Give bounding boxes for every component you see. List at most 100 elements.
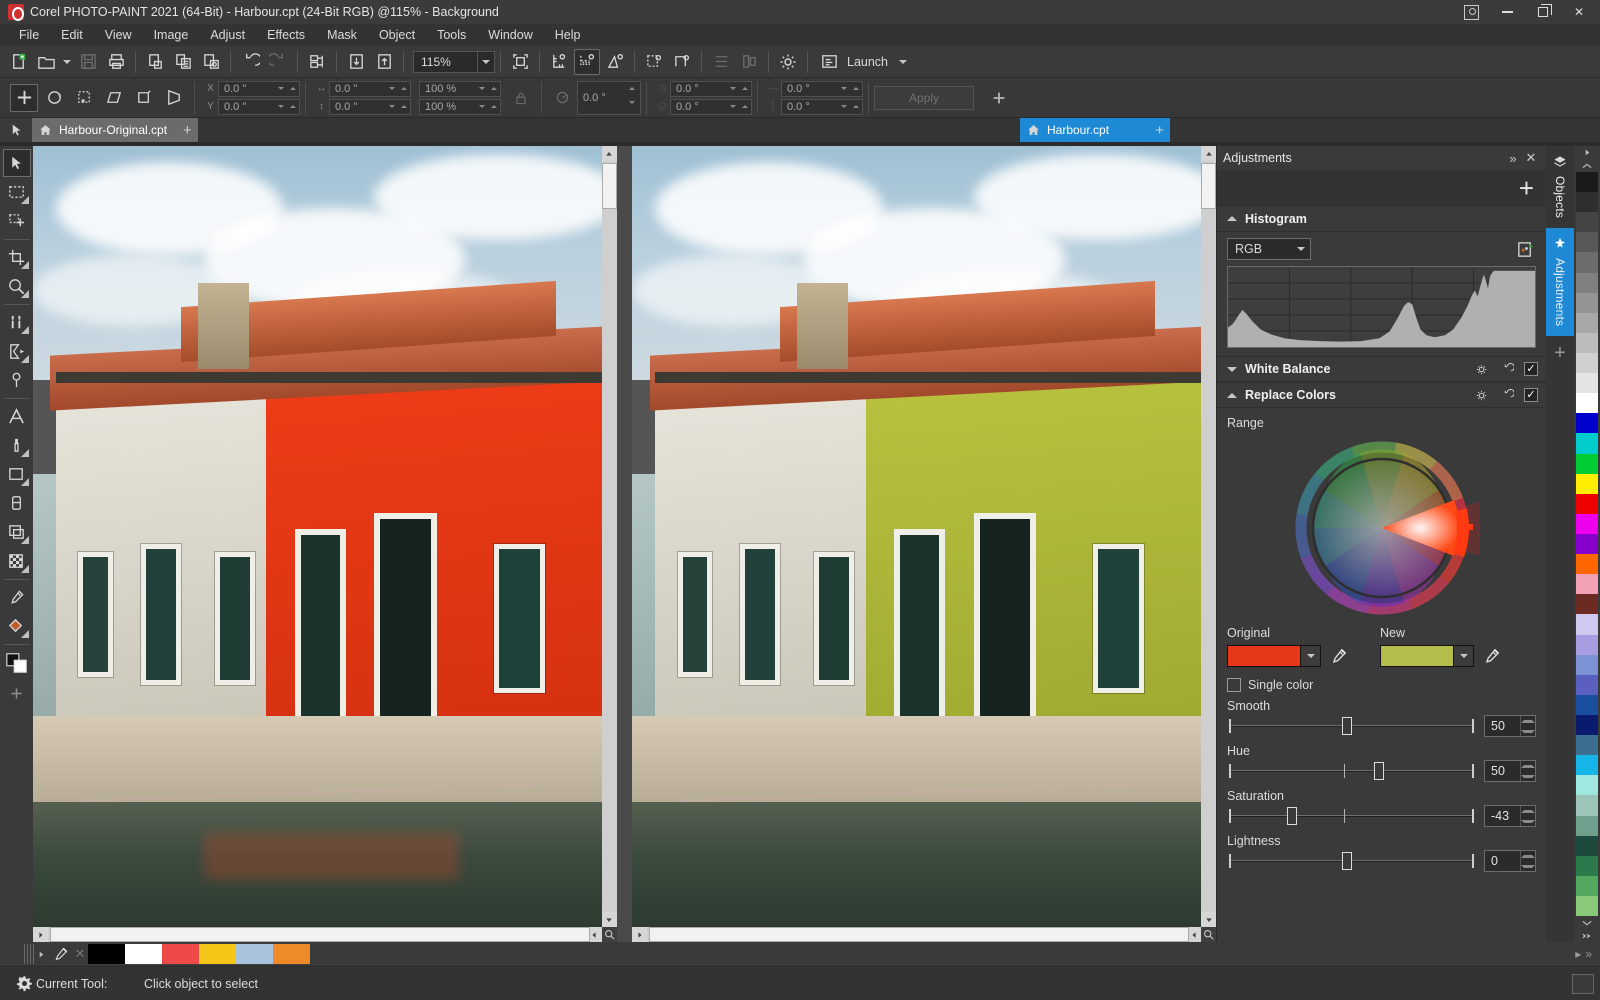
palette-swatch[interactable] bbox=[1576, 895, 1598, 916]
gear-icon[interactable] bbox=[1472, 386, 1490, 404]
menu-window[interactable]: Window bbox=[477, 26, 543, 44]
hue-spinbox[interactable]: 50 bbox=[1484, 760, 1536, 782]
image-canvas-harbour[interactable] bbox=[632, 146, 1201, 927]
w-spin-up[interactable] bbox=[398, 82, 410, 96]
chevron-down-icon[interactable] bbox=[1227, 366, 1237, 372]
palette-expand-icon[interactable]: » bbox=[1585, 947, 1592, 961]
redo-icon[interactable] bbox=[265, 49, 291, 75]
palette-scroll-up-icon[interactable] bbox=[1582, 159, 1592, 172]
menu-file[interactable]: File bbox=[8, 26, 50, 44]
guideline-icon[interactable] bbox=[602, 49, 628, 75]
ruler-icon[interactable] bbox=[546, 49, 572, 75]
palette-swatch[interactable] bbox=[1576, 533, 1598, 555]
h-spin-up[interactable] bbox=[398, 100, 410, 114]
lightness-slider[interactable] bbox=[1227, 850, 1476, 872]
sw-spin-down[interactable] bbox=[476, 82, 488, 96]
text-tool[interactable] bbox=[3, 402, 31, 430]
snap-icon[interactable] bbox=[708, 49, 734, 75]
rotation-field[interactable]: 0.0 ° bbox=[577, 80, 641, 115]
palette-swatch[interactable] bbox=[1576, 574, 1598, 595]
align-icon[interactable] bbox=[736, 49, 762, 75]
zoom-level-combo[interactable]: 115% bbox=[413, 50, 495, 73]
lightness-spin-up[interactable] bbox=[1521, 851, 1535, 861]
section-header-replace-colors[interactable]: Replace Colors ✓ bbox=[1217, 382, 1546, 408]
restore-button[interactable] bbox=[1526, 0, 1560, 24]
h-spin-down[interactable] bbox=[386, 100, 398, 114]
position-x-field[interactable]: 0.0 " bbox=[218, 80, 300, 97]
brush-tool[interactable] bbox=[3, 308, 31, 336]
palette-none-swatch[interactable]: ✕ bbox=[72, 944, 88, 964]
palette-swatch[interactable] bbox=[1576, 312, 1598, 333]
hue-spin-down[interactable] bbox=[1521, 771, 1535, 781]
palette-swatch[interactable] bbox=[1576, 212, 1598, 233]
original-color-swatch[interactable] bbox=[1227, 645, 1321, 667]
palette-swatch[interactable] bbox=[1576, 835, 1598, 856]
pick-tool[interactable] bbox=[2, 149, 31, 177]
clone-tool[interactable] bbox=[3, 366, 31, 394]
paste-icon[interactable] bbox=[198, 49, 224, 75]
palette-swatch[interactable] bbox=[1576, 272, 1598, 293]
section-header-histogram[interactable]: Histogram bbox=[1217, 206, 1546, 232]
gear-icon[interactable] bbox=[1472, 360, 1490, 378]
smooth-slider[interactable] bbox=[1227, 715, 1476, 737]
copy-icon[interactable] bbox=[170, 49, 196, 75]
palette-swatch-yellow[interactable] bbox=[199, 944, 236, 964]
saturation-slider[interactable] bbox=[1227, 805, 1476, 827]
vertical-scrollbar-harbour[interactable] bbox=[1201, 146, 1216, 927]
navigator-popup-button[interactable] bbox=[601, 927, 617, 942]
hue-slider[interactable] bbox=[1227, 760, 1476, 782]
tab-harbour-original[interactable]: Harbour-Original.cpt + bbox=[32, 118, 198, 142]
tab-pick-icon[interactable] bbox=[0, 118, 32, 142]
lightness-spin-down[interactable] bbox=[1521, 861, 1535, 871]
menu-tools[interactable]: Tools bbox=[426, 26, 477, 44]
smooth-spin-up[interactable] bbox=[1521, 716, 1535, 726]
folder-icon[interactable] bbox=[33, 49, 59, 75]
pane-divider[interactable] bbox=[616, 146, 633, 942]
scroll-left-button[interactable] bbox=[632, 927, 648, 942]
image-canvas-original[interactable] bbox=[33, 146, 602, 927]
scroll-up-button[interactable] bbox=[1201, 146, 1216, 161]
anchor-x-field[interactable]: 0.0 ° bbox=[781, 80, 863, 97]
palette-swatch-blue[interactable] bbox=[236, 944, 273, 964]
size-width-field[interactable]: 0.0 " bbox=[329, 80, 411, 97]
palette-scroll-down-icon[interactable] bbox=[1582, 916, 1592, 929]
smooth-spinbox[interactable]: 50 bbox=[1484, 715, 1536, 737]
menu-effects[interactable]: Effects bbox=[256, 26, 316, 44]
new-color-swatch[interactable] bbox=[1380, 645, 1474, 667]
rot-spin-up[interactable] bbox=[626, 82, 638, 96]
skv-spin-down[interactable] bbox=[727, 100, 739, 114]
apply-button[interactable]: Apply bbox=[874, 85, 974, 110]
move-icon[interactable] bbox=[10, 83, 38, 112]
chevron-down-icon[interactable] bbox=[477, 51, 494, 72]
checker-icon[interactable] bbox=[3, 547, 31, 575]
docker-tab-objects[interactable]: Objects bbox=[1546, 146, 1574, 228]
palette-swatch[interactable] bbox=[1576, 393, 1598, 414]
ax-spin-down[interactable] bbox=[838, 82, 850, 96]
skew-v-field[interactable]: 0.0 ° bbox=[670, 98, 752, 115]
launch-button[interactable]: Launch bbox=[815, 50, 910, 74]
ay-spin-down[interactable] bbox=[838, 100, 850, 114]
scroll-down-button[interactable] bbox=[601, 912, 617, 927]
crop-tool[interactable] bbox=[3, 243, 31, 271]
export-up-icon[interactable] bbox=[371, 49, 397, 75]
replace-colors-enabled-checkbox[interactable]: ✓ bbox=[1524, 388, 1538, 402]
fill-tool[interactable] bbox=[3, 612, 31, 640]
add-propertybar-item-icon[interactable] bbox=[985, 84, 1013, 112]
skv-spin-up[interactable] bbox=[739, 100, 751, 114]
palette-swatch-white[interactable] bbox=[125, 944, 162, 964]
scroll-down-button[interactable] bbox=[1201, 912, 1216, 927]
chevron-down-icon[interactable] bbox=[1292, 247, 1310, 251]
lightness-spinbox[interactable]: 0 bbox=[1484, 850, 1536, 872]
palette-swatch[interactable] bbox=[1576, 714, 1598, 736]
navigator-popup-button[interactable] bbox=[1201, 927, 1216, 942]
tab-close-icon[interactable]: + bbox=[173, 123, 192, 138]
palette-swatch[interactable] bbox=[1576, 594, 1598, 615]
palette-swatch[interactable] bbox=[1576, 292, 1598, 313]
rotate-icon[interactable] bbox=[40, 84, 68, 112]
chevron-down-icon[interactable] bbox=[1300, 646, 1320, 666]
new-icon[interactable] bbox=[5, 49, 31, 75]
palette-swatch[interactable] bbox=[1576, 875, 1598, 896]
add-adjustment-button[interactable]: + bbox=[1519, 175, 1534, 201]
chevron-up-icon[interactable] bbox=[1227, 216, 1237, 221]
scroll-track[interactable] bbox=[1201, 161, 1216, 912]
